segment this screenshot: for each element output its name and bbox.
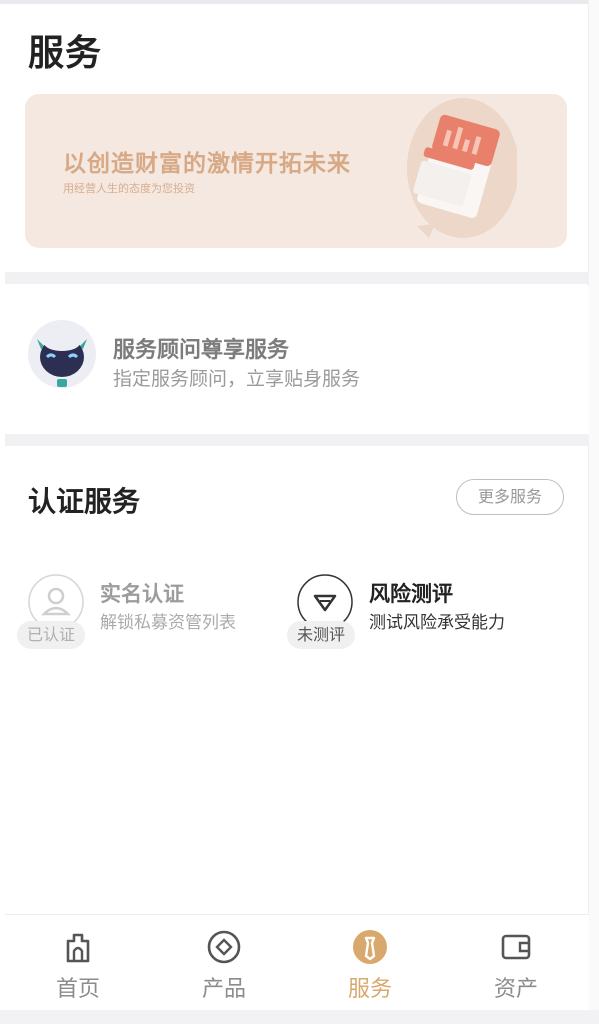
product-icon [207,930,241,964]
tab-service[interactable]: 服务 [297,915,443,1011]
banner-title: 以创造财富的激情开拓未来 [63,151,351,177]
section-divider [5,434,589,446]
banner-subtitle: 用经营人生的态度为您投资 [63,182,195,195]
risk-assessment-subtitle: 测试风险承受能力 [369,613,505,633]
scroll-edge [588,0,599,1024]
home-icon [66,933,90,963]
bottom-tab-bar: 首页 产品 服务 资产 [5,914,589,1011]
real-name-subtitle: 解锁私募资管列表 [100,613,236,633]
tab-label: 资产 [493,977,538,1002]
tab-label: 首页 [55,977,100,1002]
status-badge: 已认证 [17,621,86,649]
section-divider [5,272,589,284]
report-illustration-icon [407,98,517,238]
top-border [0,0,589,4]
tab-home[interactable]: 首页 [5,915,151,1011]
more-services-button[interactable]: 更多服务 [456,479,564,515]
section-title: 认证服务 [28,485,141,518]
bottom-edge [0,1010,599,1024]
tab-label: 服务 [347,977,392,1002]
robot-avatar-icon [28,320,96,388]
wallet-icon [501,934,531,960]
tab-assets[interactable]: 资产 [443,915,589,1011]
service-icon [353,930,387,964]
real-name-title: 实名认证 [100,582,184,606]
promo-banner[interactable]: 以创造财富的激情开拓未来 用经营人生的态度为您投资 [25,94,567,248]
status-badge: 未测评 [287,621,356,649]
tab-product[interactable]: 产品 [151,915,297,1011]
tab-label: 产品 [201,977,246,1002]
advisor-service-card[interactable]: 服务顾问尊享服务 指定服务顾问，立享贴身服务 [5,286,589,434]
page-title: 服务 [28,33,103,74]
risk-assessment-title: 风险测评 [369,582,453,606]
advisor-title: 服务顾问尊享服务 [113,338,290,363]
advisor-subtitle: 指定服务顾问，立享贴身服务 [113,368,361,390]
